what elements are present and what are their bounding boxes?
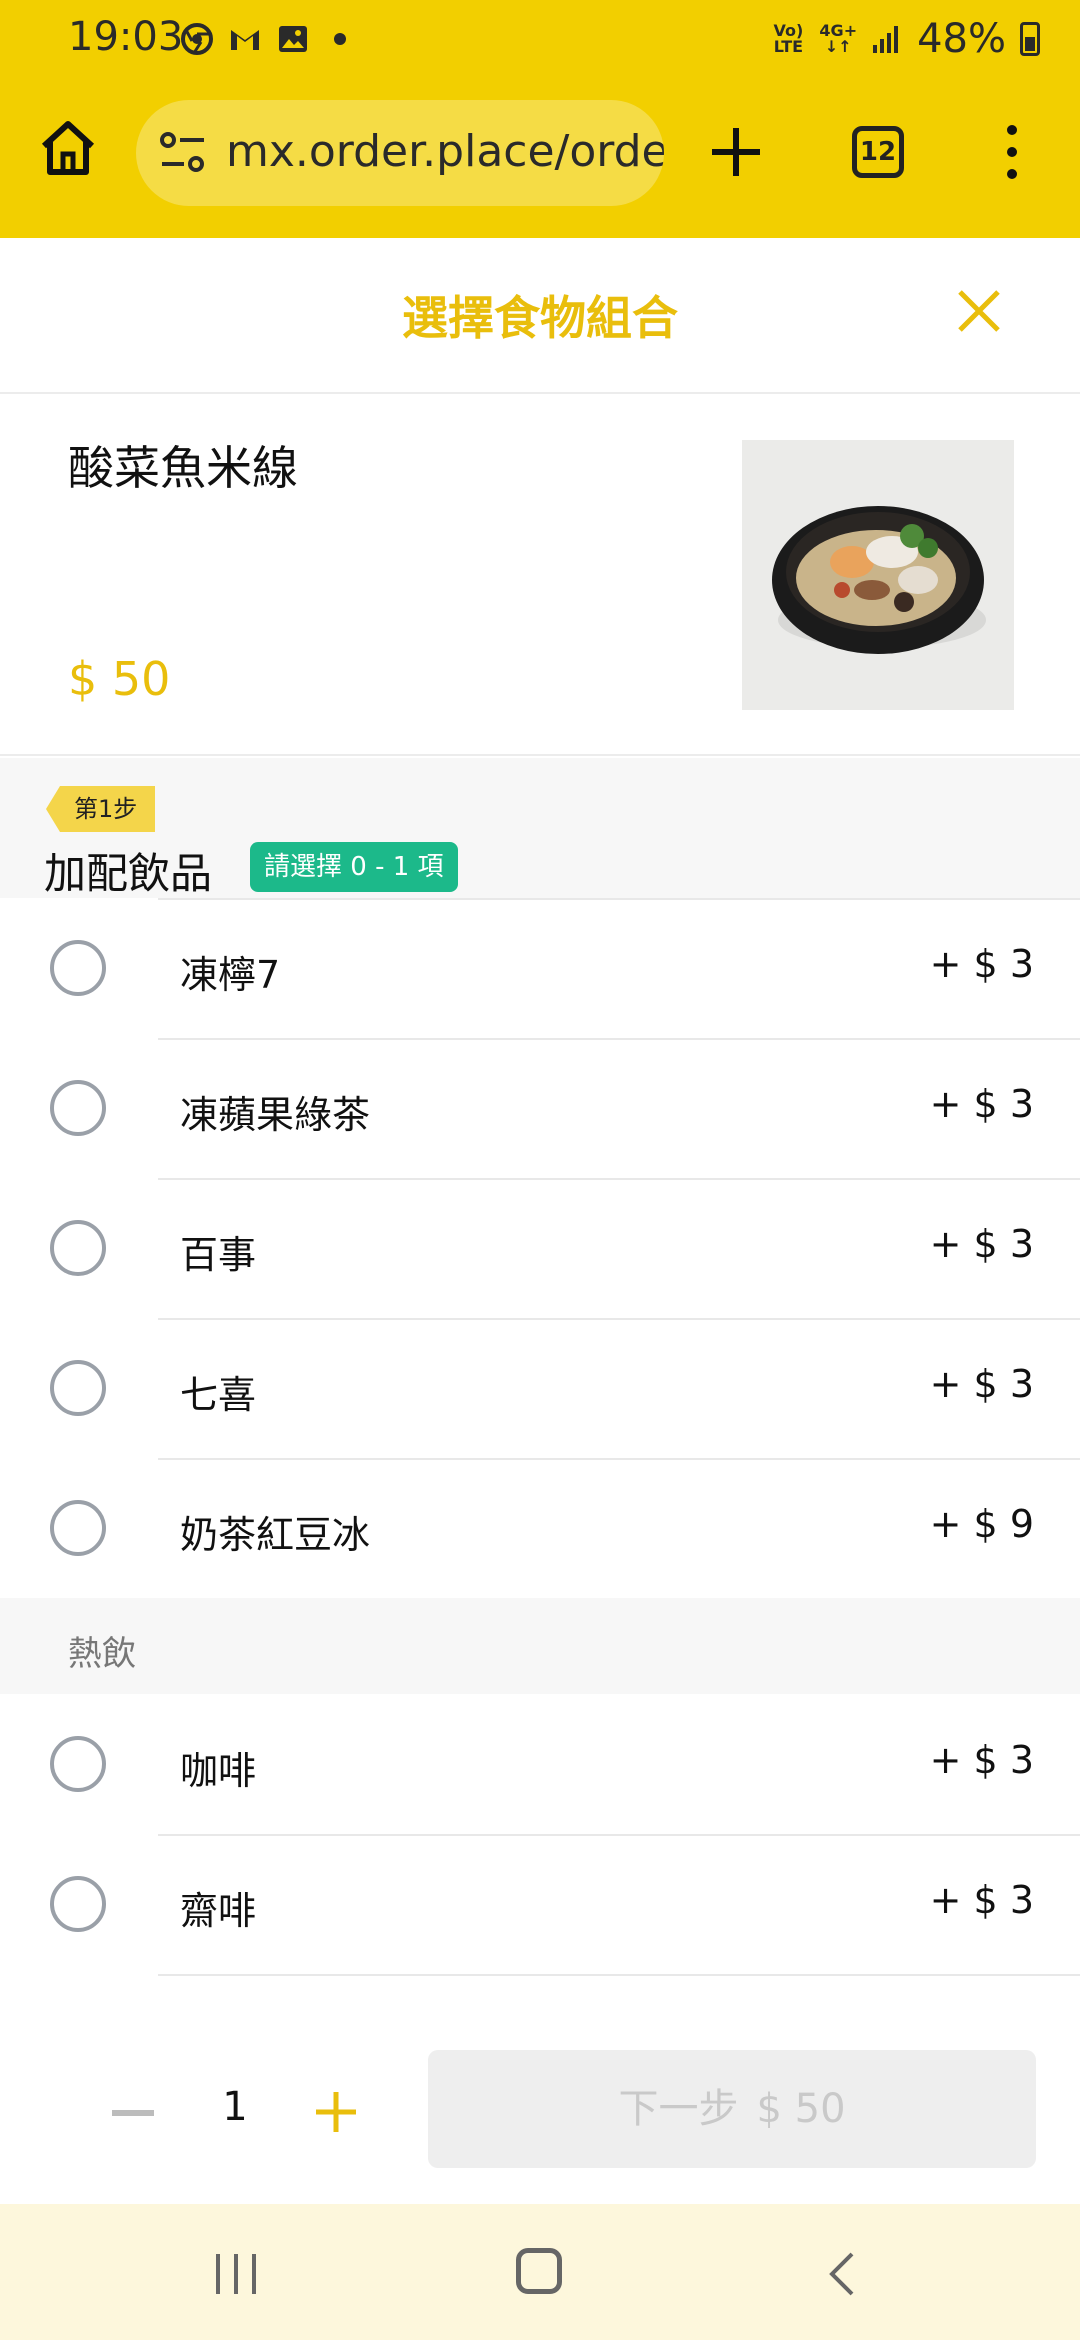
list-item[interactable]: 齋啡 + $ 3: [0, 1834, 1080, 1974]
address-bar[interactable]: mx.order.place/order: [136, 100, 664, 206]
new-tab-icon[interactable]: [706, 122, 766, 182]
option-price: + $ 3: [929, 1362, 1034, 1406]
list-item[interactable]: 奶茶紅豆冰 + $ 9: [0, 1458, 1080, 1598]
system-nav-bar: [0, 2204, 1080, 2340]
quantity-increase-button[interactable]: [314, 2090, 358, 2134]
step-header: 第1步 加配飲品 請選擇 0 - 1 項: [0, 758, 1080, 898]
option-price: + $ 3: [929, 1738, 1034, 1782]
option-price: + $ 3: [929, 1082, 1034, 1126]
tab-switcher-button[interactable]: 12: [852, 126, 904, 178]
radio-button[interactable]: [50, 1080, 106, 1136]
signal-icon: [873, 26, 899, 53]
product-card: 酸菜魚米線 $ 50: [0, 396, 1080, 756]
option-name: 凍蘋果綠茶: [180, 1093, 371, 1137]
divider: [158, 1318, 1080, 1320]
volte-icon: Vo) LTE: [773, 21, 804, 56]
radio-button[interactable]: [50, 1736, 106, 1792]
next-step-price: $ 50: [756, 2086, 846, 2132]
notification-icons: [180, 22, 346, 56]
noodle-bowl-image: [772, 506, 986, 654]
group-label: 熱飲: [68, 1634, 136, 1674]
battery-icon: [1020, 22, 1040, 56]
selection-rule-badge: 請選擇 0 - 1 項: [250, 842, 458, 892]
option-name: 咖啡: [180, 1749, 257, 1793]
divider: [158, 898, 1080, 900]
site-settings-icon[interactable]: [158, 130, 208, 176]
status-bar: 19:03 Vo) LTE 4G+ ↓↑ 48%: [0, 0, 1080, 84]
status-time: 19:03: [68, 14, 184, 60]
option-price: + $ 3: [929, 942, 1034, 986]
radio-button[interactable]: [50, 1220, 106, 1276]
step-tag: 第1步: [46, 786, 156, 832]
next-step-button[interactable]: 下一步 $ 50: [428, 2050, 1036, 2168]
divider: [158, 1178, 1080, 1180]
divider: [158, 1834, 1080, 1836]
close-icon[interactable]: [954, 286, 1004, 336]
dot-icon: [334, 33, 346, 45]
quantity-decrease-button[interactable]: [112, 2110, 154, 2116]
list-item[interactable]: 凍蘋果綠茶 + $ 3: [0, 1038, 1080, 1178]
product-image: [742, 440, 1014, 710]
option-name: 齋啡: [180, 1889, 257, 1933]
radio-button[interactable]: [50, 1500, 106, 1556]
radio-button[interactable]: [50, 1876, 106, 1932]
divider: [158, 1974, 1080, 1976]
option-name: 奶茶紅豆冰: [180, 1513, 371, 1557]
radio-button[interactable]: [50, 940, 106, 996]
home-nav-icon[interactable]: [516, 2248, 562, 2294]
list-item[interactable]: 凍檸7 + $ 3: [0, 898, 1080, 1038]
option-name: 凍檸7: [180, 953, 281, 997]
divider: [158, 1458, 1080, 1460]
more-menu-icon[interactable]: [1000, 122, 1024, 182]
option-price: + $ 3: [929, 1222, 1034, 1266]
option-price: + $ 9: [929, 1502, 1034, 1546]
product-price: $ 50: [68, 652, 171, 706]
home-icon[interactable]: [36, 116, 100, 180]
next-step-label: 下一步: [618, 2086, 739, 2132]
option-name: 七喜: [180, 1373, 257, 1417]
product-name: 酸菜魚米線: [68, 441, 298, 495]
hot-drinks-group-header: 熱飲: [0, 1598, 1080, 1694]
option-name: 百事: [180, 1233, 257, 1277]
modal-header: 選擇食物組合: [0, 238, 1080, 394]
option-price: + $ 3: [929, 1878, 1034, 1922]
back-icon[interactable]: [826, 2250, 856, 2298]
drink-options-list: 凍檸7 + $ 3 凍蘋果綠茶 + $ 3 百事 + $ 3 七喜 + $ 3 …: [0, 898, 1080, 1984]
recents-icon[interactable]: [212, 2252, 260, 2296]
radio-button[interactable]: [50, 1360, 106, 1416]
step-title: 加配飲品: [44, 849, 213, 898]
quantity-value: 1: [222, 2084, 248, 2130]
battery-percent: 48%: [917, 16, 1006, 62]
modal-title: 選擇食物組合: [402, 291, 678, 345]
chrome-icon: [181, 23, 213, 55]
list-item[interactable]: 七喜 + $ 3: [0, 1318, 1080, 1458]
divider: [158, 1038, 1080, 1040]
browser-toolbar: mx.order.place/order 12: [0, 92, 1080, 222]
status-right: Vo) LTE 4G+ ↓↑ 48%: [771, 16, 1040, 62]
gallery-icon: [279, 26, 307, 52]
browser-chrome: 19:03 Vo) LTE 4G+ ↓↑ 48% mx.order.place/…: [0, 0, 1080, 238]
list-item: [0, 1974, 1080, 1984]
url-text: mx.order.place/order: [226, 126, 664, 177]
4g-icon: 4G+ ↓↑: [819, 23, 857, 55]
data-arrows-icon: ↓↑: [824, 37, 852, 56]
gmail-icon: [231, 30, 259, 50]
bottom-action-bar: 1 下一步 $ 50: [0, 1990, 1080, 2204]
list-item[interactable]: 咖啡 + $ 3: [0, 1694, 1080, 1834]
list-item[interactable]: 百事 + $ 3: [0, 1178, 1080, 1318]
